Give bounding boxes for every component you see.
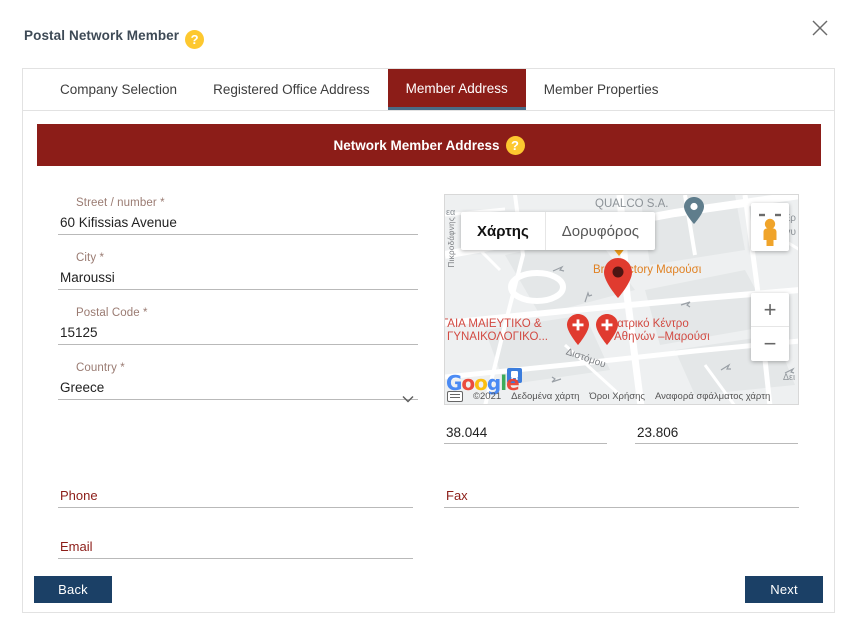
chevron-down-icon[interactable] xyxy=(402,390,414,403)
map-label-edge-bottom-right: Δει xyxy=(782,372,795,382)
tab-registered-office-address[interactable]: Registered Office Address xyxy=(195,69,388,110)
map-type-roadmap[interactable]: Χάρτης xyxy=(461,212,545,250)
tab-member-properties[interactable]: Member Properties xyxy=(526,69,677,110)
map-zoom-controls: + − xyxy=(751,293,789,361)
location-map[interactable]: Πικροδάφνης εα QUALCO S.A. Br Factory Μα… xyxy=(444,194,799,405)
field-postal-code: Postal Code * xyxy=(58,305,418,349)
field-country-required: * xyxy=(120,362,125,374)
keyboard-shortcuts-icon[interactable] xyxy=(447,390,463,402)
wizard-tabs: Company Selection Registered Office Addr… xyxy=(23,69,834,111)
next-button[interactable]: Next xyxy=(745,576,823,603)
section-banner-title: Network Member Address xyxy=(333,137,500,153)
field-phone xyxy=(58,484,413,510)
field-country-label-text: Country xyxy=(76,362,117,374)
contact-row xyxy=(58,484,799,510)
map-type-switcher: Χάρτης Δορυφόρος xyxy=(461,212,656,250)
close-icon[interactable] xyxy=(809,17,831,39)
field-fax xyxy=(444,484,799,510)
field-street-label: Street / number * xyxy=(58,195,418,211)
map-terms-link[interactable]: Όροι Χρήσης xyxy=(589,391,645,402)
address-form: Street / number * City * Postal Code xyxy=(58,195,418,415)
latitude-input[interactable] xyxy=(444,421,607,444)
fax-input[interactable] xyxy=(444,484,799,508)
field-postal-code-required: * xyxy=(143,307,148,319)
map-label-qualco: QUALCO S.A. xyxy=(595,198,669,210)
field-longitude xyxy=(635,421,798,444)
street-view-pegman-icon[interactable] xyxy=(751,203,789,251)
banner-help-circle-icon[interactable]: ? xyxy=(505,135,525,155)
postal-code-input[interactable] xyxy=(58,321,418,345)
form-body: Street / number * City * Postal Code xyxy=(23,179,834,614)
field-city-label: City * xyxy=(58,250,418,266)
field-country: Country * xyxy=(58,360,418,404)
field-email xyxy=(58,535,413,561)
field-city: City * xyxy=(58,250,418,294)
field-postal-code-label: Postal Code * xyxy=(58,305,418,321)
country-select[interactable] xyxy=(58,376,418,400)
map-zoom-in-button[interactable]: + xyxy=(751,293,789,327)
map-label-edge-left: εα xyxy=(446,207,456,217)
map-label-hospital-right-1: Ιατρικό Κέντρο xyxy=(614,318,689,330)
help-circle-icon[interactable]: ? xyxy=(185,30,205,49)
postal-network-member-dialog: Postal Network Member? Company Selection… xyxy=(0,0,857,636)
map-label-hospital-left-2: ΓΥΝΑΙΚΟΛΟΓΙΚΟ... xyxy=(447,331,548,343)
field-street-required: * xyxy=(160,197,165,209)
tab-member-address[interactable]: Member Address xyxy=(387,69,526,110)
map-label-hospital-right-2: Αθηνών –Μαρούσι xyxy=(614,331,710,343)
map-type-satellite[interactable]: Δορυφόρος xyxy=(544,212,655,250)
dialog-header: Postal Network Member? xyxy=(0,0,857,68)
map-label-hospital-left-1: ΓΑΙΑ ΜΑΙΕΥΤΙΚΟ & xyxy=(444,318,542,330)
section-banner: Network Member Address ? xyxy=(37,124,821,166)
phone-input[interactable] xyxy=(58,484,413,508)
tab-company-selection[interactable]: Company Selection xyxy=(42,69,195,110)
longitude-input[interactable] xyxy=(635,421,798,444)
field-street-label-text: Street / number xyxy=(76,197,157,209)
wizard-card: Company Selection Registered Office Addr… xyxy=(22,68,835,613)
map-copyright: ©2021 xyxy=(473,390,502,402)
page-title-text: Postal Network Member xyxy=(24,28,180,43)
coordinates-row xyxy=(444,421,799,444)
field-city-label-text: City xyxy=(76,252,97,264)
map-zoom-out-button[interactable]: − xyxy=(751,327,789,361)
field-city-required: * xyxy=(99,252,105,264)
map-attribution: ©2021 Δεδομένα χάρτη Όροι Χρήσης Αναφορά… xyxy=(445,388,798,404)
field-street: Street / number * xyxy=(58,195,418,239)
page-title: Postal Network Member? xyxy=(24,28,205,49)
field-country-label: Country * xyxy=(58,360,418,376)
field-postal-code-label-text: Postal Code xyxy=(76,307,140,319)
map-report-link[interactable]: Αναφορά σφάλματος χάρτη xyxy=(655,391,770,402)
email-input[interactable] xyxy=(58,535,413,559)
map-data-link[interactable]: Δεδομένα χάρτη xyxy=(511,391,579,402)
map-label-street-left: Πικροδάφνης xyxy=(447,217,456,268)
wizard-footer: Back Next xyxy=(23,566,834,612)
street-input[interactable] xyxy=(58,211,418,235)
back-button[interactable]: Back xyxy=(34,576,112,603)
field-latitude xyxy=(444,421,607,444)
city-input[interactable] xyxy=(58,266,418,290)
